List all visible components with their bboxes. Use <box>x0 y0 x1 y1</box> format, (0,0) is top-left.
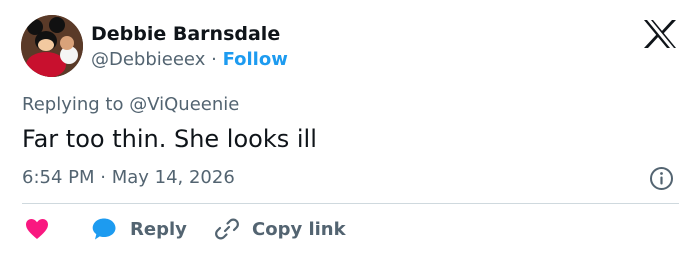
x-logo-icon[interactable] <box>643 19 677 49</box>
author-handle-line: @Debbieeex · Follow <box>91 48 288 72</box>
author-name[interactable]: Debbie Barnsdale <box>91 22 280 46</box>
handle-separator: · <box>211 49 217 70</box>
info-icon[interactable] <box>649 166 674 191</box>
like-button[interactable] <box>25 216 49 242</box>
heart-icon <box>26 219 48 239</box>
follow-button[interactable]: Follow <box>223 49 288 70</box>
avatar-image <box>21 15 83 77</box>
copy-link-button[interactable]: Copy link <box>214 216 346 242</box>
copy-link-label: Copy link <box>252 218 346 240</box>
reply-bubble-icon <box>92 218 116 240</box>
author-handle[interactable]: @Debbieeex <box>91 49 205 70</box>
replying-to-line: Replying to @ViQueenie <box>22 93 239 117</box>
replying-to-mention[interactable]: @ViQueenie <box>129 94 239 115</box>
tweet-text: Far too thin. She looks ill <box>22 125 317 153</box>
replying-prefix: Replying to <box>22 94 124 115</box>
reply-label: Reply <box>130 218 187 240</box>
tweet-timestamp[interactable]: 6:54 PM · May 14, 2026 <box>22 166 235 190</box>
reply-button[interactable]: Reply <box>92 216 187 242</box>
link-icon <box>215 218 239 240</box>
avatar[interactable] <box>21 15 83 77</box>
divider <box>22 203 679 204</box>
